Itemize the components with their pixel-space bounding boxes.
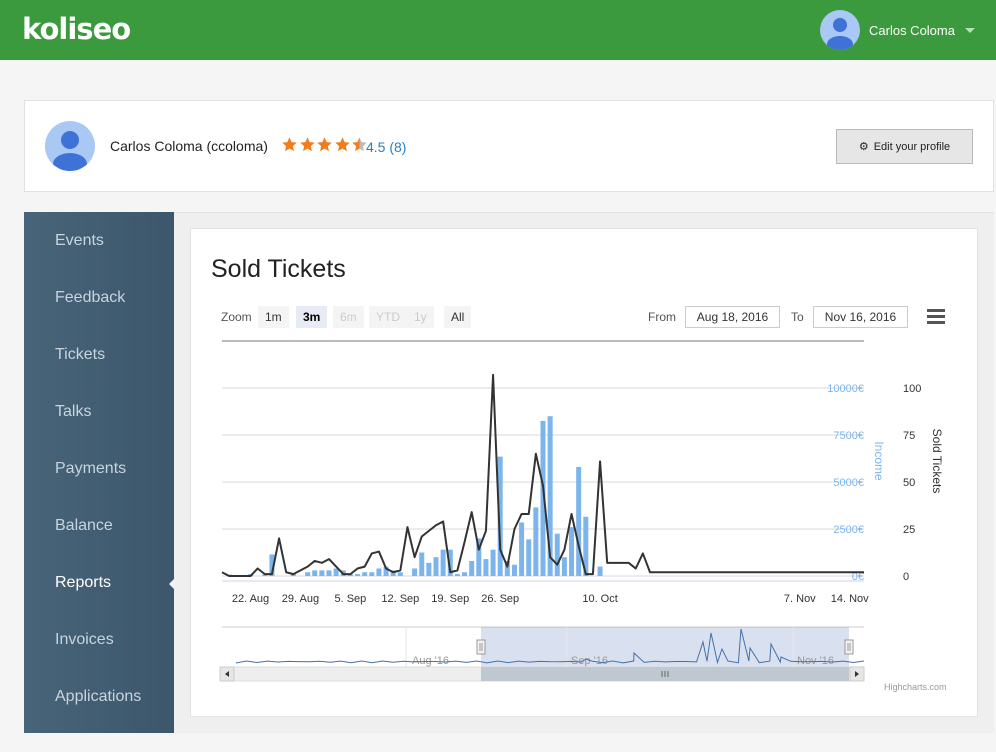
income-axis-tick: 10000€ [827,383,864,395]
x-axis-tick: 14. Nov [831,593,869,605]
profile-name: Carlos Coloma (ccoloma) [110,138,268,154]
income-bar [519,522,525,576]
tickets-axis-tick: 75 [903,430,915,442]
user-menu[interactable]: Carlos Coloma [820,10,975,50]
sidebar-item-events[interactable]: Events [55,232,104,250]
profile-card: Carlos Coloma (ccoloma) 4.5 (8) ⚙ Edit y… [24,100,994,192]
sidebar-item-payments[interactable]: Payments [55,460,126,478]
tickets-axis-tick: 25 [903,524,915,536]
from-date-input[interactable]: Aug 18, 2016 [685,306,780,328]
star-icon [317,137,332,152]
to-date-input[interactable]: Nov 16, 2016 [813,306,908,328]
to-label: To [791,310,804,324]
sold-tickets-chart[interactable]: 0€2500€5000€7500€10000€0255075100Income S… [191,229,977,716]
edit-profile-label: Edit your profile [873,140,951,153]
sidebar-item-talks[interactable]: Talks [55,403,91,421]
income-bar [355,574,361,576]
income-bar [483,559,489,576]
income-bar [469,560,475,576]
x-axis-tick: 12. Sep [381,593,419,605]
income-axis-tick: 7500€ [833,430,864,442]
zoom-label: Zoom [221,310,252,324]
income-bar [462,572,468,576]
income-bar [569,527,575,576]
zoom-1y-button: 1y [407,306,434,328]
income-bar [319,570,325,576]
income-bar [511,564,517,576]
income-bar [554,533,560,576]
star-icon [334,137,350,152]
tickets-axis-tick: 0 [903,571,909,583]
tickets-axis-title: Sold Tickets [930,429,944,494]
x-axis-tick: 26. Sep [481,593,519,605]
zoom-6m-button: 6m [333,306,364,328]
sidebar-item-applications[interactable]: Applications [55,688,141,706]
zoom-3m-button[interactable]: 3m [296,306,328,328]
income-axis-tick: 2500€ [833,524,864,536]
top-bar: koliseo Carlos Coloma [0,0,996,60]
income-bar [369,572,375,576]
tickets-axis-tick: 50 [903,477,915,489]
tickets-axis-tick: 100 [903,383,921,395]
rating-stars [281,136,369,153]
income-bar [376,568,382,576]
sidebar-item-invoices[interactable]: Invoices [55,631,114,649]
x-axis-tick: 5. Sep [334,593,366,605]
income-axis-tick: 5000€ [833,477,864,489]
income-axis-title: Income [872,441,886,481]
income-bar [454,574,460,576]
star-icon [282,137,297,152]
zoom-ytd-button: YTD [369,306,407,328]
x-axis-tick: 19. Sep [431,593,469,605]
income-bar [533,507,539,576]
chevron-down-icon [964,27,975,33]
profile-avatar [45,121,95,171]
sidebar-item-reports[interactable]: Reports [55,574,111,592]
edit-profile-button[interactable]: ⚙ Edit your profile [836,129,973,164]
income-bar [440,549,446,576]
sidebar-item-feedback[interactable]: Feedback [55,289,125,307]
income-bar [419,552,425,576]
income-bar [312,570,318,576]
sidebar-item-tickets[interactable]: Tickets [55,346,105,364]
zoom-all-button[interactable]: All [444,306,472,328]
navigator-handle [476,639,486,655]
navigator-handle [844,639,854,655]
income-bar [326,570,332,576]
sidebar-item-balance[interactable]: Balance [55,517,113,535]
from-label: From [648,310,676,324]
navigator-label: Sep '16 [571,655,608,667]
user-menu-name: Carlos Coloma [869,22,955,38]
income-bar [426,562,432,576]
income-bar [412,568,418,576]
income-bar [561,557,567,576]
gear-icon: ⚙ [858,141,869,153]
navigator-label: Nov '16 [797,655,834,667]
zoom-1m-button[interactable]: 1m [258,306,289,328]
rating-link[interactable]: 4.5 (8) [366,139,406,155]
x-axis-tick: 7. Nov [784,593,816,605]
income-bar [526,539,532,576]
x-axis-tick: 22. Aug [232,593,269,605]
income-bar [433,557,439,576]
income-bar [576,466,582,576]
report-panel: Sold Tickets 0€ 2500€ 5000€ 7500€ 10000€ 0 25 5… [190,228,978,717]
sidebar: Events Feedback Tickets Talks Payments B… [24,212,175,733]
x-axis-tick: 10. Oct [582,593,617,605]
income-bar [362,572,368,576]
income-bar [397,572,403,576]
star-icon [299,137,315,152]
income-bar [597,566,603,576]
income-bar [305,572,311,576]
hamburger-menu-icon[interactable] [927,309,945,325]
koliseo-logo[interactable]: koliseo [22,12,131,46]
credits-link[interactable]: Highcharts.com [884,682,947,692]
income-bar [490,549,496,576]
x-axis-tick: 29. Aug [282,593,319,605]
avatar [820,10,860,50]
